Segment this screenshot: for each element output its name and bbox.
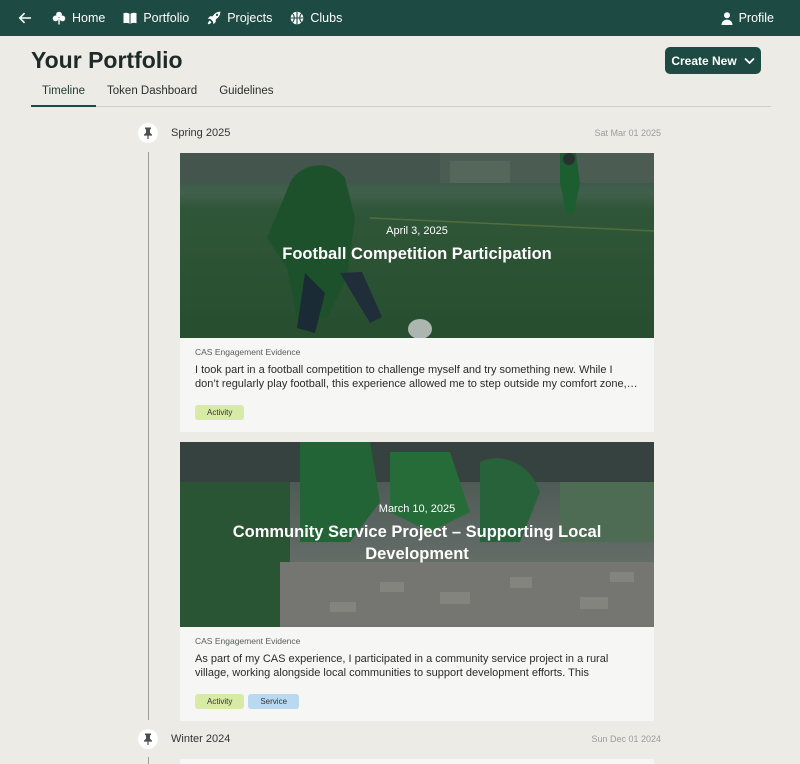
nav-clubs-label: Clubs [310,11,343,25]
chevron-down-icon [744,57,755,64]
entry-description: I took part in a football competition to… [195,364,638,390]
card-body: CAS Engagement Evidence I took part in a… [180,338,654,420]
season-date: Sat Mar 01 2025 [594,128,661,138]
timeline-line [148,757,149,764]
entry-tags: Activity Service [195,694,639,709]
card-image: April 3, 2025 Football Competition Parti… [180,153,654,338]
top-nav: Home Portfolio Projects Clubs Profile [0,0,800,36]
tag-activity[interactable]: Activity [195,405,245,420]
tab-timeline[interactable]: Timeline [31,82,97,107]
season-date: Sun Dec 01 2024 [591,734,661,744]
entry-category: CAS Engagement Evidence [195,636,301,646]
tab-token-dashboard[interactable]: Token Dashboard [96,82,208,107]
pin-icon [138,729,158,749]
create-new-button[interactable]: Create New [665,47,761,74]
season-label: Spring 2025 [171,127,231,139]
nav-clubs[interactable]: Clubs [290,11,342,25]
nav-portfolio-label: Portfolio [143,11,190,25]
card-hero-text: April 3, 2025 Football Competition Parti… [180,225,654,265]
tag-activity[interactable]: Activity [195,694,245,709]
tab-guidelines[interactable]: Guidelines [208,82,284,107]
entry-tags: Activity [195,405,639,420]
timeline-line [148,152,149,720]
season-label: Winter 2024 [171,733,231,745]
page-title: Your Portfolio [31,47,183,73]
card-image: March 10, 2025 Community Service Project… [180,442,654,627]
pin-icon [138,123,158,143]
clover-icon [52,11,66,25]
portfolio-card[interactable]: April 3, 2025 Football Competition Parti… [180,153,654,432]
nav-projects[interactable]: Projects [207,11,272,25]
profile-label: Profile [738,11,774,25]
entry-date: April 3, 2025 [386,225,448,237]
nav-projects-label: Projects [227,11,273,25]
arrow-left-icon [18,12,31,24]
entry-category: CAS Engagement Evidence [195,347,301,357]
entry-title: Community Service Project – Supporting L… [232,523,602,563]
book-icon [123,12,137,24]
back-button[interactable] [18,11,32,25]
portfolio-card[interactable]: March 10, 2025 Community Service Project… [180,442,654,721]
tag-service[interactable]: Service [248,694,300,709]
entry-description: As part of my CAS experience, I particip… [195,653,609,679]
create-new-label: Create New [671,53,737,68]
entry-title: Football Competition Participation [282,245,552,263]
entry-date: March 10, 2025 [378,503,456,515]
nav-home[interactable]: Home [52,11,105,25]
nav-portfolio[interactable]: Portfolio [123,11,189,25]
card-hero-text: March 10, 2025 Community Service Project… [180,503,654,565]
rocket-icon [208,11,221,25]
profile-link[interactable]: Profile [721,0,774,36]
basketball-icon [291,11,304,25]
portfolio-card[interactable] [180,759,654,764]
nav-home-label: Home [72,11,106,25]
tab-bar: Timeline Token Dashboard Guidelines [31,82,771,107]
user-icon [721,11,733,25]
card-body: CAS Engagement Evidence As part of my CA… [180,627,654,709]
